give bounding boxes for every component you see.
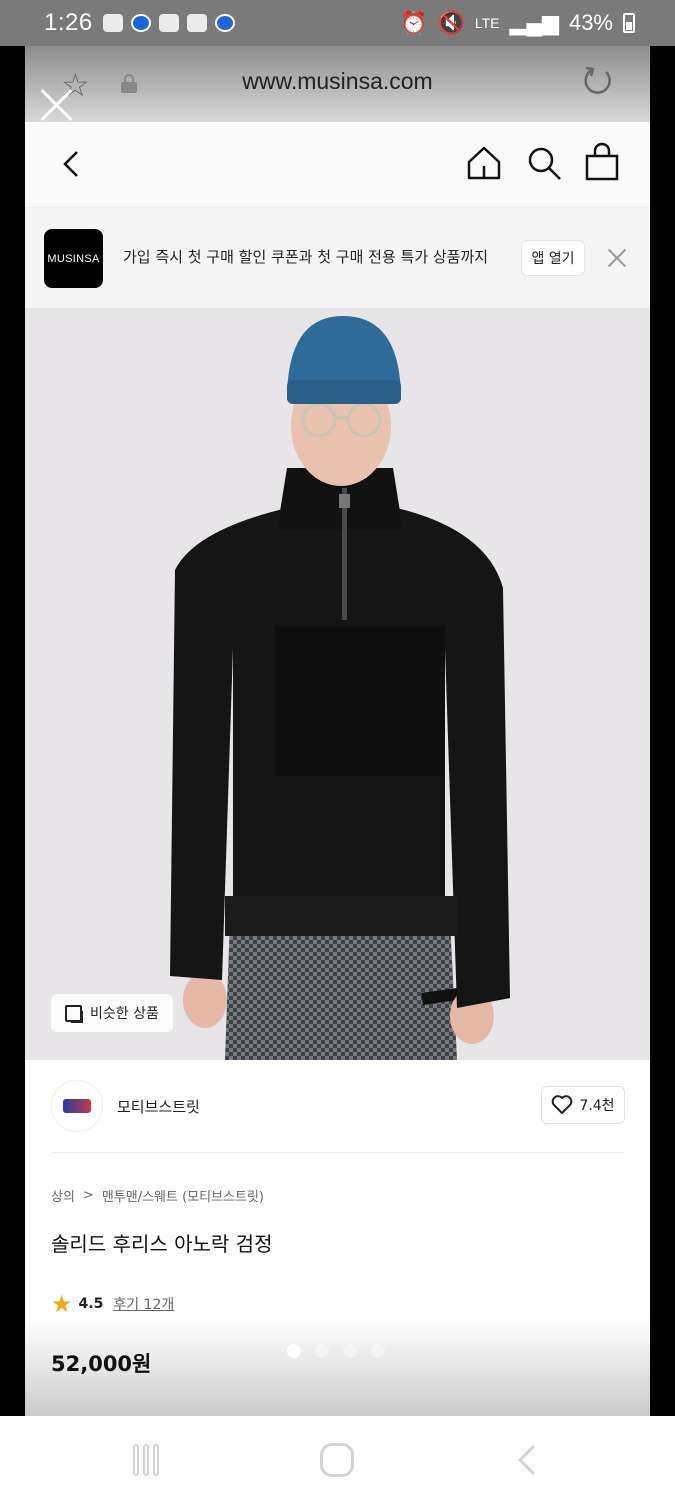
- pager-dot[interactable]: [343, 1344, 357, 1358]
- app-install-banner: MUSINSA 가입 즉시 첫 구매 할인 쿠폰과 첫 구매 전용 특가 상품까…: [25, 208, 650, 308]
- app-notification-icon: [130, 14, 151, 32]
- pager-dot-active[interactable]: [287, 1344, 301, 1358]
- brand-name[interactable]: 모티브스트릿: [117, 1096, 200, 1117]
- status-right: ⏰ 🔇 LTE ▂▄▆ 43%: [400, 10, 635, 36]
- signal-icon: ▂▄▆: [509, 10, 559, 35]
- shopping-bag-icon[interactable]: [583, 142, 621, 182]
- product-photo: [25, 308, 650, 1060]
- rating-row: ★ 4.5 후기 12개: [51, 1292, 174, 1316]
- breadcrumb: 상의 > 맨투맨/스웨트 (모티브스트릿): [51, 1186, 264, 1205]
- status-time: 1:26: [44, 9, 93, 36]
- site-header: [25, 122, 650, 208]
- reload-icon[interactable]: [582, 64, 614, 96]
- battery-icon: [623, 13, 635, 33]
- open-app-button[interactable]: 앱 열기: [521, 240, 585, 276]
- similar-products-button[interactable]: 비슷한 상품: [51, 994, 173, 1032]
- back-nav-icon[interactable]: [510, 1442, 544, 1478]
- frame-left: [0, 46, 25, 1416]
- android-nav-bar: [0, 1416, 675, 1500]
- pager-dot[interactable]: [371, 1344, 385, 1358]
- similar-products-label: 비슷한 상품: [90, 1006, 159, 1022]
- recent-apps-icon[interactable]: [133, 1444, 165, 1476]
- like-button[interactable]: 7.4천: [541, 1086, 625, 1124]
- similar-products-icon: [65, 1004, 83, 1023]
- review-link[interactable]: 후기 12개: [113, 1294, 174, 1314]
- rating-score: 4.5: [78, 1296, 104, 1312]
- youtube-notification-icon: [186, 14, 207, 32]
- breadcrumb-category[interactable]: 상의: [51, 1186, 75, 1205]
- image-pager-dots: [287, 1344, 385, 1358]
- close-tab-icon[interactable]: [39, 86, 75, 122]
- banner-close-icon[interactable]: [607, 248, 627, 268]
- chevron-right-icon: >: [82, 1188, 94, 1203]
- heart-icon: [552, 1095, 573, 1114]
- breadcrumb-subcategory[interactable]: 맨투맨/스웨트 (모티브스트릿): [102, 1186, 264, 1205]
- home-icon[interactable]: [465, 144, 503, 182]
- mute-icon: 🔇: [437, 10, 465, 35]
- search-icon[interactable]: [525, 144, 563, 182]
- url-text[interactable]: www.musinsa.com: [25, 68, 650, 95]
- divider: [51, 1152, 625, 1153]
- brand-logo[interactable]: [51, 1080, 103, 1132]
- like-count: 7.4천: [579, 1098, 615, 1114]
- pager-dot[interactable]: [315, 1344, 329, 1358]
- back-arrow-icon[interactable]: [57, 146, 87, 182]
- app2-notification-icon: [214, 14, 235, 32]
- status-bar: 1:26 ⏰ 🔇 LTE ▂▄▆ 43%: [0, 0, 675, 46]
- message-notification-icon: [102, 14, 123, 32]
- star-icon: ★: [51, 1290, 73, 1318]
- network-type: LTE: [474, 15, 500, 31]
- url-bar: ☆ www.musinsa.com: [25, 46, 650, 122]
- musinsa-logo: MUSINSA: [44, 229, 103, 288]
- battery-percent: 43%: [568, 10, 613, 35]
- notification-icons: [102, 14, 235, 32]
- product-title: 솔리드 후리스 아노락 검정: [51, 1232, 273, 1256]
- banner-message: 가입 즉시 첫 구매 할인 쿠폰과 첫 구매 전용 특가 상품까지: [123, 248, 489, 266]
- gallery-notification-icon: [158, 14, 179, 32]
- brand-row: 모티브스트릿 7.4천: [25, 1060, 650, 1152]
- home-button-icon[interactable]: [320, 1443, 354, 1477]
- product-price: 52,000원: [51, 1352, 152, 1376]
- alarm-icon: ⏰: [400, 10, 428, 35]
- frame-right: [650, 46, 675, 1416]
- product-image[interactable]: 비슷한 상품: [25, 308, 650, 1060]
- browser-screen: ☆ www.musinsa.com MUSINSA 가입 즉시 첫 구매 할인 …: [25, 46, 650, 1416]
